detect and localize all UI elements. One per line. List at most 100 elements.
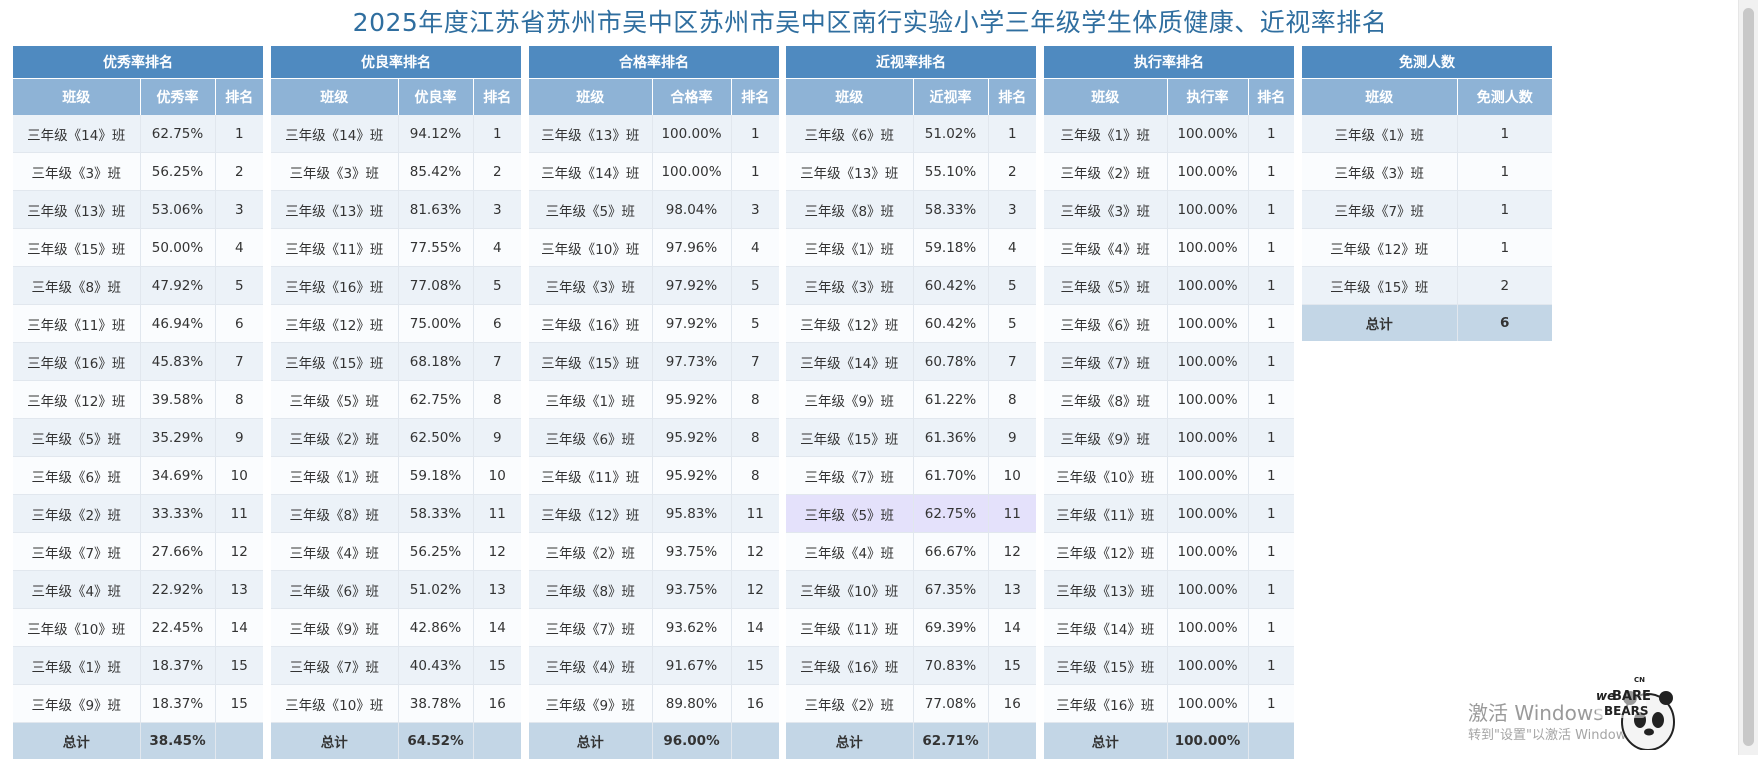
- column-header[interactable]: 班级: [13, 79, 140, 116]
- class-name-cell: 三年级《16》班: [786, 647, 913, 685]
- rank-cell: 16: [988, 685, 1036, 723]
- vertical-scrollbar[interactable]: [1738, 0, 1758, 755]
- value-cell: 100.00%: [652, 115, 731, 153]
- rank-cell: 2: [473, 153, 521, 191]
- rank-cell: 10: [215, 457, 263, 495]
- class-name-cell: 三年级《2》班: [13, 495, 140, 533]
- rank-cell: 11: [731, 495, 779, 533]
- table-row: 三年级《6》班95.92%8: [529, 419, 779, 457]
- value-cell: 62.50%: [398, 419, 473, 457]
- rank-cell: 1: [215, 115, 263, 153]
- table-row: 三年级《2》班62.50%9: [271, 419, 521, 457]
- table-row: 三年级《9》班89.80%16: [529, 685, 779, 723]
- column-header[interactable]: 排名: [1248, 79, 1294, 116]
- table-row: 三年级《13》班55.10%2: [786, 153, 1036, 191]
- class-name-cell: 三年级《7》班: [529, 609, 652, 647]
- table-row: 三年级《15》班97.73%7: [529, 343, 779, 381]
- class-name-cell: 三年级《5》班: [13, 419, 140, 457]
- table-row: 三年级《5》班62.75%11: [786, 495, 1036, 533]
- class-name-cell: 三年级《2》班: [529, 533, 652, 571]
- table-row: 三年级《15》班61.36%9: [786, 419, 1036, 457]
- rank-cell: 8: [731, 419, 779, 457]
- class-name-cell: 三年级《2》班: [786, 685, 913, 723]
- column-header[interactable]: 班级: [1044, 79, 1167, 116]
- table-row: 三年级《8》班58.33%3: [786, 191, 1036, 229]
- column-header[interactable]: 执行率: [1167, 79, 1248, 116]
- table-row: 三年级《16》班45.83%7: [13, 343, 263, 381]
- scrollbar-thumb[interactable]: [1743, 8, 1754, 746]
- rank-cell: 12: [473, 533, 521, 571]
- class-name-cell: 三年级《4》班: [1044, 229, 1167, 267]
- table-row: 三年级《6》班100.00%1: [1044, 305, 1294, 343]
- value-cell: 27.66%: [140, 533, 215, 571]
- column-header[interactable]: 班级: [786, 79, 913, 116]
- rank-cell: 1: [1248, 685, 1294, 723]
- class-name-cell: 三年级《14》班: [13, 115, 140, 153]
- column-header[interactable]: 优良率: [398, 79, 473, 116]
- column-header[interactable]: 近视率: [913, 79, 988, 116]
- rank-cell: 7: [988, 343, 1036, 381]
- total-value: 96.00%: [652, 723, 731, 759]
- table-row: 三年级《7》班93.62%14: [529, 609, 779, 647]
- class-name-cell: 三年级《11》班: [271, 229, 398, 267]
- table-row: 三年级《12》班95.83%11: [529, 495, 779, 533]
- table-row: 三年级《1》班59.18%10: [271, 457, 521, 495]
- value-cell: 91.67%: [652, 647, 731, 685]
- column-header[interactable]: 排名: [731, 79, 779, 116]
- class-name-cell: 三年级《12》班: [271, 305, 398, 343]
- class-name-cell: 三年级《8》班: [786, 191, 913, 229]
- value-cell: 100.00%: [1167, 343, 1248, 381]
- table-row: 三年级《12》班60.42%5: [786, 305, 1036, 343]
- total-row: 总计6: [1302, 305, 1552, 342]
- class-name-cell: 三年级《1》班: [786, 229, 913, 267]
- class-name-cell: 三年级《3》班: [13, 153, 140, 191]
- column-header[interactable]: 班级: [271, 79, 398, 116]
- value-cell: 100.00%: [1167, 457, 1248, 495]
- value-cell: 56.25%: [140, 153, 215, 191]
- value-cell: 98.04%: [652, 191, 731, 229]
- column-header[interactable]: 班级: [1302, 79, 1457, 116]
- table-row: 三年级《3》班56.25%2: [13, 153, 263, 191]
- value-cell: 45.83%: [140, 343, 215, 381]
- class-name-cell: 三年级《15》班: [271, 343, 398, 381]
- column-header[interactable]: 免测人数: [1457, 79, 1552, 116]
- value-cell: 100.00%: [1167, 267, 1248, 305]
- class-name-cell: 三年级《13》班: [529, 115, 652, 153]
- value-cell: 58.33%: [913, 191, 988, 229]
- column-header[interactable]: 排名: [473, 79, 521, 116]
- rank-cell: 1: [1248, 647, 1294, 685]
- table-row: 三年级《10》班100.00%1: [1044, 457, 1294, 495]
- column-header[interactable]: 排名: [215, 79, 263, 116]
- column-header[interactable]: 排名: [988, 79, 1036, 116]
- rank-cell: 13: [988, 571, 1036, 609]
- value-cell: 100.00%: [1167, 229, 1248, 267]
- value-cell: 100.00%: [1167, 647, 1248, 685]
- value-cell: 67.35%: [913, 571, 988, 609]
- rank-cell: 6: [473, 305, 521, 343]
- table-row: 三年级《10》班67.35%13: [786, 571, 1036, 609]
- table-row: 三年级《8》班47.92%5: [13, 267, 263, 305]
- table-row: 三年级《7》班27.66%12: [13, 533, 263, 571]
- column-header[interactable]: 班级: [529, 79, 652, 116]
- class-name-cell: 三年级《13》班: [271, 191, 398, 229]
- class-name-cell: 三年级《16》班: [271, 267, 398, 305]
- table-row: 三年级《10》班22.45%14: [13, 609, 263, 647]
- rank-cell: 5: [988, 305, 1036, 343]
- table-row: 三年级《12》班1: [1302, 229, 1552, 267]
- table-row: 三年级《13》班53.06%3: [13, 191, 263, 229]
- total-row: 总计62.71%: [786, 723, 1036, 759]
- table-row: 三年级《10》班97.96%4: [529, 229, 779, 267]
- rank-cell: 1: [1248, 457, 1294, 495]
- value-cell: 46.94%: [140, 305, 215, 343]
- value-cell: 51.02%: [913, 115, 988, 153]
- rank-cell: 1: [1248, 191, 1294, 229]
- column-header[interactable]: 优秀率: [140, 79, 215, 116]
- table-title: 合格率排名: [529, 46, 779, 79]
- pass-rate-table: 合格率排名班级合格率排名三年级《13》班100.00%1三年级《14》班100.…: [529, 46, 779, 759]
- value-cell: 81.63%: [398, 191, 473, 229]
- table-row: 三年级《2》班93.75%12: [529, 533, 779, 571]
- good-rate-table: 优良率排名班级优良率排名三年级《14》班94.12%1三年级《3》班85.42%…: [271, 46, 521, 759]
- column-header[interactable]: 合格率: [652, 79, 731, 116]
- class-name-cell: 三年级《9》班: [1044, 419, 1167, 457]
- class-name-cell: 三年级《11》班: [13, 305, 140, 343]
